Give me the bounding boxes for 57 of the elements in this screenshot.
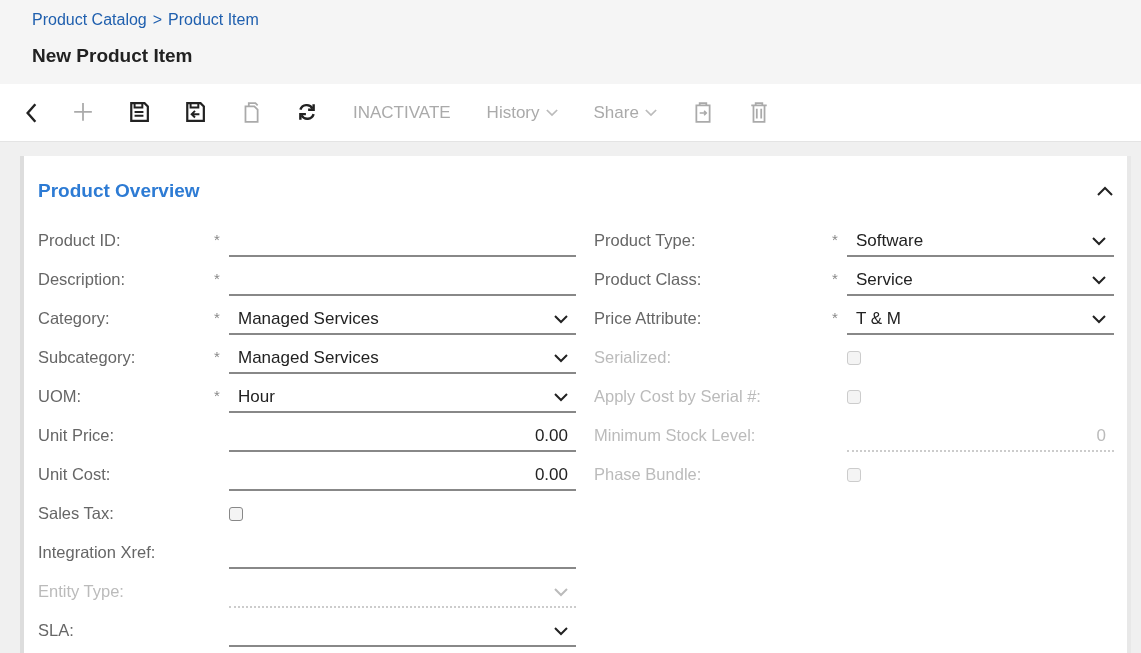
dropdown-field[interactable]: Managed Services	[229, 344, 576, 374]
required-mark: *	[832, 231, 838, 248]
required-mark: *	[214, 348, 220, 365]
field-label: Description:	[38, 270, 127, 290]
dropdown-field[interactable]: Software	[847, 227, 1114, 257]
section-title: Product Overview	[38, 180, 200, 202]
field-label: Price Attribute:	[594, 309, 703, 329]
dropdown-field[interactable]: Managed Services	[229, 305, 576, 335]
caret-icon	[644, 108, 657, 117]
page-title: New Product Item	[32, 45, 194, 67]
breadcrumb-current: Product Item	[168, 11, 259, 29]
checkbox[interactable]	[229, 507, 243, 521]
field-label: Unit Cost:	[38, 465, 112, 485]
dropdown-field[interactable]: T & M	[847, 305, 1114, 335]
save-icon	[129, 102, 149, 123]
field-label: Phase Bundle:	[594, 465, 703, 485]
chevron-down-icon	[554, 314, 568, 324]
caret-icon	[545, 108, 558, 117]
trash-icon	[748, 102, 769, 123]
field-label: Product ID:	[38, 231, 122, 251]
field-label: Subcategory:	[38, 348, 137, 368]
chevron-down-icon	[554, 353, 568, 363]
chevron-down-icon	[554, 392, 568, 402]
required-mark: *	[832, 270, 838, 287]
dropdown-field[interactable]: Service	[847, 266, 1114, 296]
required-mark: *	[214, 231, 220, 248]
required-mark: *	[214, 270, 220, 287]
chevron-down-icon	[1092, 275, 1106, 285]
clipboard-icon	[692, 102, 713, 123]
field-label: Unit Price:	[38, 426, 116, 446]
field-label: UOM:	[38, 387, 83, 407]
chevron-down-icon	[1092, 236, 1106, 246]
breadcrumb-separator: >	[152, 11, 163, 29]
number-input[interactable]: 0.00	[229, 461, 576, 491]
dropdown-field[interactable]: Hour	[229, 383, 576, 413]
field-label: Product Class:	[594, 270, 703, 290]
required-mark: *	[214, 309, 220, 326]
field-label: Product Type:	[594, 231, 697, 251]
field-label: Serialized:	[594, 348, 673, 368]
refresh-icon	[297, 102, 317, 123]
field-label: Entity Type:	[38, 582, 125, 602]
number-input[interactable]: 0.00	[229, 422, 576, 452]
field-label: SLA:	[38, 621, 75, 641]
field-label: Apply Cost by Serial #:	[594, 387, 762, 407]
field-label: Integration Xref:	[38, 543, 157, 563]
chevron-down-icon	[1092, 314, 1106, 324]
required-mark: *	[214, 387, 220, 404]
back-icon	[26, 102, 37, 123]
breadcrumb-link[interactable]: Product Catalog	[32, 11, 147, 29]
field-label: Category:	[38, 309, 111, 329]
collapse-icon[interactable]	[1097, 186, 1113, 196]
field-label: Sales Tax:	[38, 504, 115, 524]
chevron-down-icon	[554, 626, 568, 636]
add-icon	[73, 102, 93, 123]
field-label: Minimum Stock Level:	[594, 426, 757, 446]
required-mark: *	[832, 309, 838, 326]
chevron-down-icon	[554, 587, 568, 597]
